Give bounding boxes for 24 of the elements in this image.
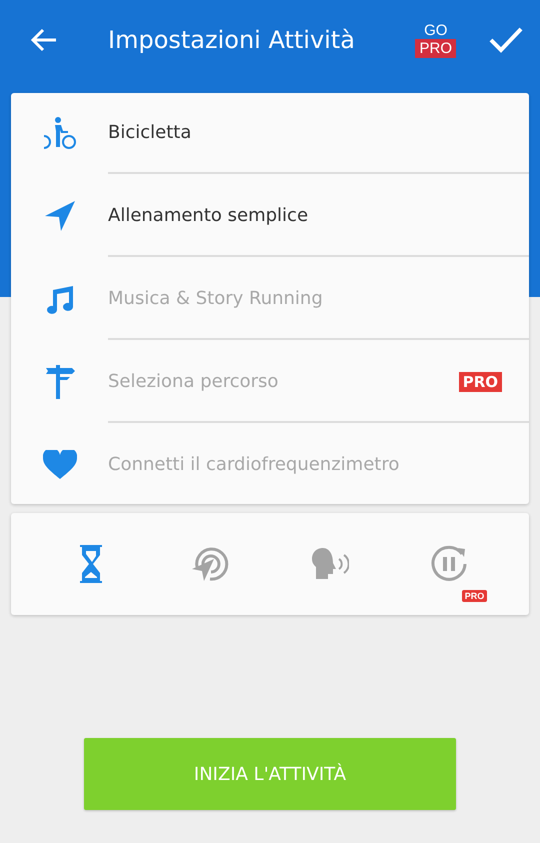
target-arrow-icon (191, 545, 230, 583)
speaking-head-icon (310, 547, 349, 581)
settings-item[interactable]: Allenamento semplice (11, 174, 529, 255)
settings-item[interactable]: Bicicletta (11, 93, 529, 172)
settings-label: Bicicletta (108, 122, 192, 143)
navigation-arrow-icon (44, 200, 76, 232)
pro-badge: PRO (462, 590, 488, 602)
screen-title: Impostazioni Attività (107, 26, 356, 54)
heart-icon (42, 450, 76, 480)
cyclist-icon (42, 116, 76, 148)
auto-pause-icon (430, 545, 468, 583)
settings-item[interactable]: Seleziona percorso PRO (11, 340, 529, 421)
tool-button[interactable]: PRO (409, 524, 490, 604)
back-arrow-icon (31, 28, 57, 52)
settings-label: Seleziona percorso (108, 371, 280, 392)
settings-label: Allenamento semplice (108, 205, 310, 226)
pro-badge: PRO (458, 372, 502, 392)
settings-item[interactable]: Connetti il cardiofrequenzimetro (11, 423, 529, 504)
hourglass-icon (78, 545, 103, 583)
signpost-icon (44, 364, 74, 398)
settings-label: Musica & Story Running (108, 288, 324, 309)
checkmark-icon (489, 27, 523, 53)
settings-item[interactable]: Musica & Story Running (11, 257, 529, 338)
settings-label: Connetti il cardiofrequenzimetro (108, 454, 400, 475)
